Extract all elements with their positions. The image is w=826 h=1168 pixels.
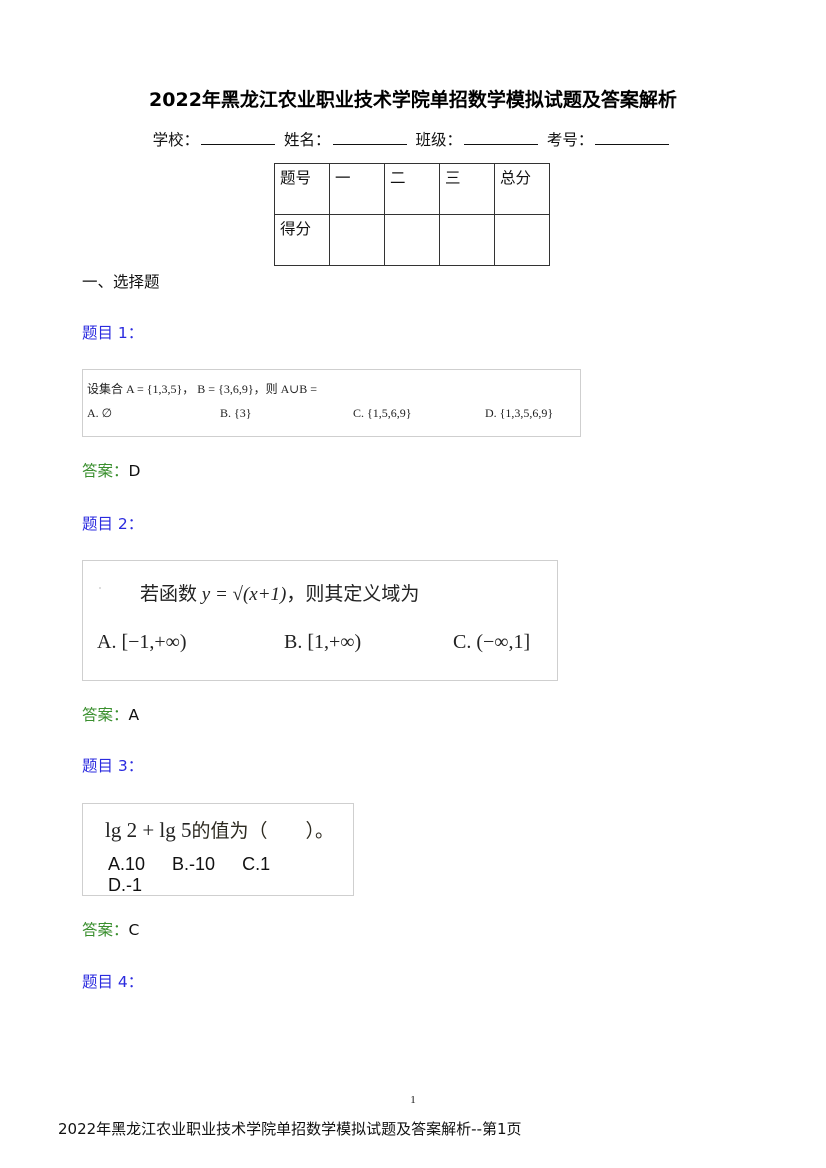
option-a: A. ∅ [87, 406, 113, 420]
question-label: 题目 3： [82, 757, 144, 775]
score-table: 题号 一 二 三 总分 得分 [274, 163, 550, 266]
question-label: 题目 4： [82, 973, 144, 991]
option-b: B. [1,+∞) [284, 631, 362, 653]
options-row: A.10 B.-10 C.1 D.-1 [108, 854, 353, 896]
score-cell: 总分 [494, 163, 550, 215]
name-blank [332, 130, 407, 145]
option-a: A. [−1,+∞) [97, 631, 187, 653]
score-cell: 得分 [274, 214, 330, 266]
stem-formula: lg 2 + lg 5 [105, 818, 192, 842]
exam-number-label: 考号： [546, 131, 594, 149]
option-a: A.10 [108, 854, 146, 874]
question-2-image: 若函数 y = √(x+1)，则其定义域为 A. [−1,+∞) B. [1,+… [82, 560, 558, 681]
class-blank [463, 130, 538, 145]
answer-key-label: 答案： [82, 706, 129, 724]
student-info-line: 学校： 姓名： 班级： 考号： [0, 128, 826, 150]
answer-key-label: 答案： [82, 921, 129, 939]
score-cell [439, 214, 495, 266]
document-title: 2022年黑龙江农业职业技术学院单招数学模拟试题及答案解析 [149, 89, 677, 111]
exam-number-blank [595, 130, 670, 145]
option-d: D.-1 [108, 875, 143, 895]
section-title: 一、选择题 [82, 273, 160, 291]
question-stem: lg 2 + lg 5的值为（ ）。 [105, 816, 334, 843]
page-number: 1 [410, 1094, 416, 1106]
score-cell [329, 214, 385, 266]
answer-value: C [128, 921, 140, 939]
question-stem: 设集合 A = {1,3,5}， B = {3,6,9}，则 A∪B = [87, 382, 318, 396]
score-cell: 三 [439, 163, 495, 215]
option-b: B.-10 [172, 854, 216, 874]
score-cell [384, 214, 440, 266]
answer-value: D [128, 462, 141, 480]
score-cell: 题号 [274, 163, 330, 215]
score-cell: 一 [329, 163, 385, 215]
answer-value: A [128, 706, 140, 724]
question-label: 题目 1： [82, 324, 144, 342]
option-c: C.1 [242, 854, 271, 874]
stem-formula: y = √(x+1) [201, 584, 287, 605]
answer-line: 答案：D [82, 459, 140, 481]
name-label: 姓名： [284, 131, 331, 149]
score-table-header-row: 题号 一 二 三 总分 [274, 163, 550, 215]
question-label: 题目 2： [82, 515, 144, 533]
stem-prefix: 若函数 [140, 584, 202, 605]
score-table-score-row: 得分 [274, 214, 550, 266]
school-label: 学校： [152, 131, 200, 149]
answer-line: 答案：C [82, 918, 139, 940]
score-cell: 二 [384, 163, 440, 215]
question-stem: 若函数 y = √(x+1)，则其定义域为 [140, 579, 419, 606]
option-d: D. {1,3,5,6,9} [485, 406, 554, 420]
answer-line: 答案：A [82, 703, 139, 725]
answer-key-label: 答案： [82, 462, 129, 480]
question-1-image: 设集合 A = {1,3,5}， B = {3,6,9}，则 A∪B = A. … [82, 369, 581, 437]
option-c: C. {1,5,6,9} [353, 406, 412, 420]
question-3-image: lg 2 + lg 5的值为（ ）。 A.10 B.-10 C.1 D.-1 [82, 803, 354, 896]
score-cell [494, 214, 550, 266]
artifact-dot [99, 587, 101, 589]
class-label: 班级： [415, 131, 462, 149]
stem-suffix: ，则其定义域为 [286, 584, 420, 605]
page-footer: 2022年黑龙江农业职业技术学院单招数学模拟试题及答案解析--第1页 [58, 1120, 522, 1138]
option-c: C. (−∞,1] [453, 631, 531, 653]
option-b: B. {3} [220, 406, 252, 420]
school-blank [201, 130, 276, 145]
stem-suffix: 的值为（ ）。 [191, 821, 335, 842]
